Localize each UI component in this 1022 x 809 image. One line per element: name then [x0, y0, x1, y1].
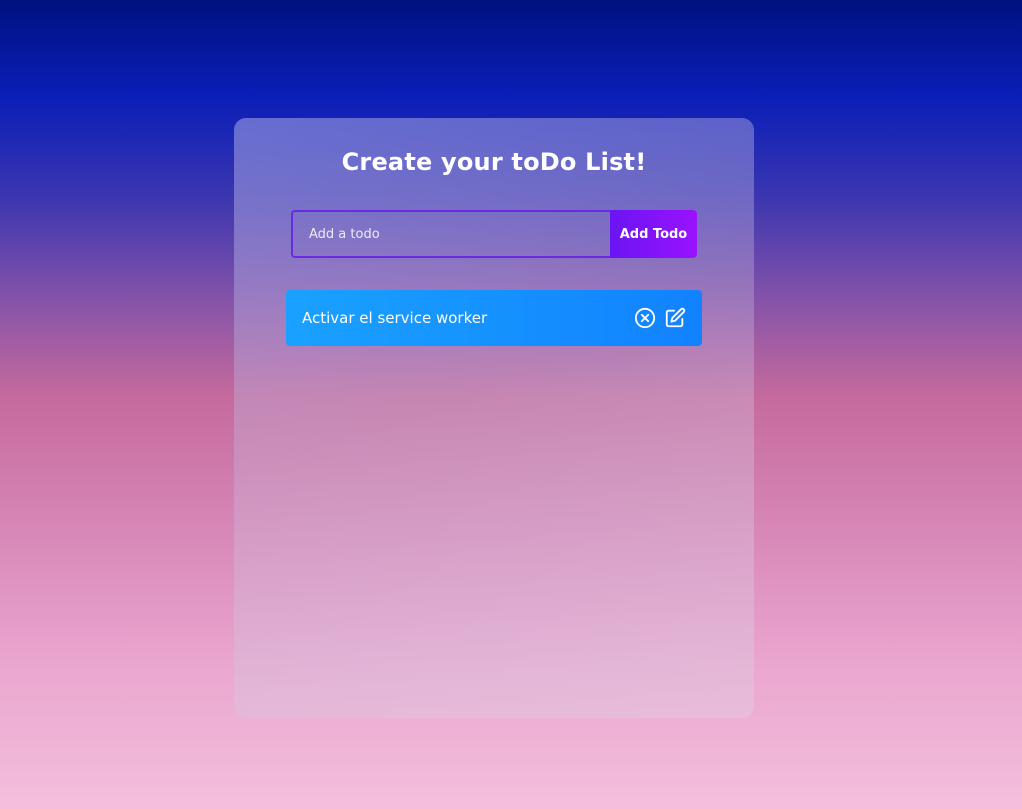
page-title: Create your toDo List!	[341, 148, 647, 176]
todo-input[interactable]	[291, 210, 610, 258]
todo-item-actions	[634, 307, 686, 329]
close-circle-icon[interactable]	[634, 307, 656, 329]
todo-item[interactable]: Activar el service worker	[286, 290, 702, 346]
todo-list: Activar el service worker	[286, 290, 702, 358]
todo-app-card: Create your toDo List! Add Todo Activar …	[234, 118, 754, 718]
todo-item-text: Activar el service worker	[302, 309, 488, 327]
todo-form: Add Todo	[291, 210, 697, 258]
add-todo-button[interactable]: Add Todo	[610, 210, 697, 258]
edit-icon[interactable]	[664, 307, 686, 329]
